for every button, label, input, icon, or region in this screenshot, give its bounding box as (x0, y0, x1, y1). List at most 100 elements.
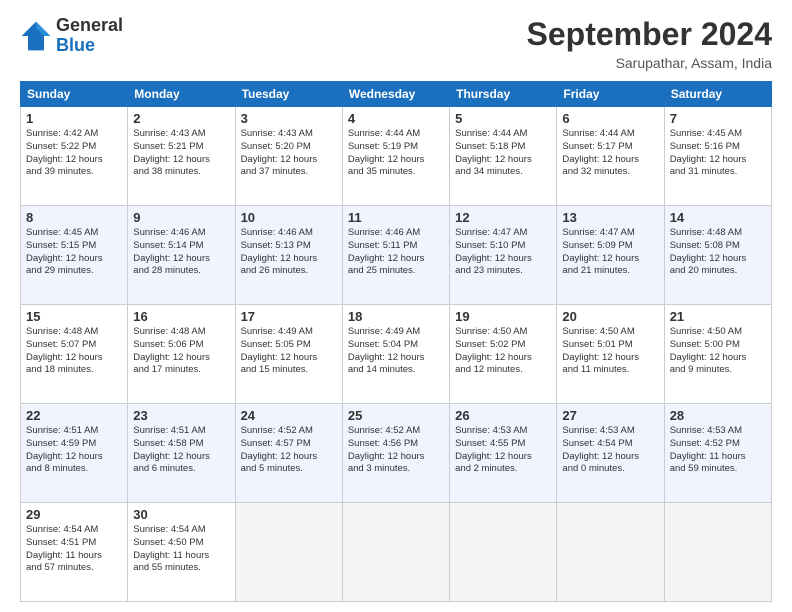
calendar-day: 12 Sunrise: 4:47 AMSunset: 5:10 PMDayligh… (450, 206, 557, 305)
header-wednesday: Wednesday (342, 82, 449, 107)
day-number: 10 (241, 210, 337, 225)
month-title: September 2024 (527, 16, 772, 53)
calendar-day (557, 503, 664, 602)
day-info: Sunrise: 4:46 AMSunset: 5:13 PMDaylight:… (241, 227, 337, 278)
header-monday: Monday (128, 82, 235, 107)
day-number: 8 (26, 210, 122, 225)
day-info: Sunrise: 4:49 AMSunset: 5:04 PMDaylight:… (348, 326, 444, 377)
calendar-day: 19Sunrise: 4:50 AMSunset: 5:02 PMDayligh… (450, 305, 557, 404)
day-number: 21 (670, 309, 766, 324)
day-number: 3 (241, 111, 337, 126)
calendar-week-1: 1 Sunrise: 4:42 AMSunset: 5:22 PMDaylight… (21, 107, 772, 206)
logo-blue: Blue (56, 36, 123, 56)
title-section: September 2024 Sarupathar, Assam, India (527, 16, 772, 71)
calendar-day (450, 503, 557, 602)
day-number: 12 (455, 210, 551, 225)
calendar-day: 25Sunrise: 4:52 AMSunset: 4:56 PMDayligh… (342, 404, 449, 503)
calendar-day: 27 Sunrise: 4:53 AMSunset: 4:54 PMDayligh… (557, 404, 664, 503)
calendar-day (235, 503, 342, 602)
day-number: 11 (348, 210, 444, 225)
day-number: 27 (562, 408, 658, 423)
day-number: 4 (348, 111, 444, 126)
calendar-day: 16Sunrise: 4:48 AMSunset: 5:06 PMDayligh… (128, 305, 235, 404)
day-number: 1 (26, 111, 122, 126)
header-thursday: Thursday (450, 82, 557, 107)
header-tuesday: Tuesday (235, 82, 342, 107)
calendar-day: 17 Sunrise: 4:49 AMSunset: 5:05 PMDayligh… (235, 305, 342, 404)
calendar-day (342, 503, 449, 602)
day-info: Sunrise: 4:54 AMSunset: 4:51 PMDaylight:… (26, 524, 122, 575)
day-info: Sunrise: 4:52 AMSunset: 4:56 PMDaylight:… (348, 425, 444, 476)
calendar-day: 22 Sunrise: 4:51 AMSunset: 4:59 PMDayligh… (21, 404, 128, 503)
calendar-day: 23Sunrise: 4:51 AMSunset: 4:58 PMDayligh… (128, 404, 235, 503)
day-info: Sunrise: 4:44 AMSunset: 5:18 PMDaylight:… (455, 128, 551, 179)
day-number: 13 (562, 210, 658, 225)
day-info: Sunrise: 4:46 AMSunset: 5:14 PMDaylight:… (133, 227, 229, 278)
calendar-day (664, 503, 771, 602)
logo: General Blue (20, 16, 123, 56)
day-info: Sunrise: 4:49 AMSunset: 5:05 PMDaylight:… (241, 326, 337, 377)
calendar-day: 18Sunrise: 4:49 AMSunset: 5:04 PMDayligh… (342, 305, 449, 404)
day-info: Sunrise: 4:53 AMSunset: 4:52 PMDaylight:… (670, 425, 766, 476)
day-number: 16 (133, 309, 229, 324)
calendar-day: 2Sunrise: 4:43 AMSunset: 5:21 PMDaylight… (128, 107, 235, 206)
day-number: 28 (670, 408, 766, 423)
day-info: Sunrise: 4:51 AMSunset: 4:58 PMDaylight:… (133, 425, 229, 476)
page: General Blue September 2024 Sarupathar, … (0, 0, 792, 612)
header-sunday: Sunday (21, 82, 128, 107)
calendar-day: 1 Sunrise: 4:42 AMSunset: 5:22 PMDaylight… (21, 107, 128, 206)
calendar-day: 20 Sunrise: 4:50 AMSunset: 5:01 PMDayligh… (557, 305, 664, 404)
calendar-table: Sunday Monday Tuesday Wednesday Thursday… (20, 81, 772, 602)
location: Sarupathar, Assam, India (527, 55, 772, 71)
day-number: 20 (562, 309, 658, 324)
calendar-day: 6Sunrise: 4:44 AMSunset: 5:17 PMDaylight… (557, 107, 664, 206)
day-info: Sunrise: 4:43 AMSunset: 5:20 PMDaylight:… (241, 128, 337, 179)
calendar-day: 28 Sunrise: 4:53 AMSunset: 4:52 PMDayligh… (664, 404, 771, 503)
calendar-day: 14 Sunrise: 4:48 AMSunset: 5:08 PMDayligh… (664, 206, 771, 305)
calendar-day: 30 Sunrise: 4:54 AMSunset: 4:50 PMDayligh… (128, 503, 235, 602)
calendar-day: 9Sunrise: 4:46 AMSunset: 5:14 PMDaylight… (128, 206, 235, 305)
day-info: Sunrise: 4:44 AMSunset: 5:19 PMDaylight:… (348, 128, 444, 179)
day-number: 30 (133, 507, 229, 522)
day-number: 24 (241, 408, 337, 423)
calendar-day: 24 Sunrise: 4:52 AMSunset: 4:57 PMDayligh… (235, 404, 342, 503)
day-info: Sunrise: 4:50 AMSunset: 5:01 PMDaylight:… (562, 326, 658, 377)
day-info: Sunrise: 4:53 AMSunset: 4:54 PMDaylight:… (562, 425, 658, 476)
day-number: 14 (670, 210, 766, 225)
day-info: Sunrise: 4:52 AMSunset: 4:57 PMDaylight:… (241, 425, 337, 476)
day-info: Sunrise: 4:48 AMSunset: 5:07 PMDaylight:… (26, 326, 122, 377)
header-saturday: Saturday (664, 82, 771, 107)
logo-text: General Blue (56, 16, 123, 56)
day-number: 19 (455, 309, 551, 324)
header-friday: Friday (557, 82, 664, 107)
day-info: Sunrise: 4:42 AMSunset: 5:22 PMDaylight:… (26, 128, 122, 179)
day-info: Sunrise: 4:46 AMSunset: 5:11 PMDaylight:… (348, 227, 444, 278)
calendar-day: 15Sunrise: 4:48 AMSunset: 5:07 PMDayligh… (21, 305, 128, 404)
calendar-day: 5 Sunrise: 4:44 AMSunset: 5:18 PMDaylight… (450, 107, 557, 206)
calendar-week-4: 22 Sunrise: 4:51 AMSunset: 4:59 PMDayligh… (21, 404, 772, 503)
day-number: 6 (562, 111, 658, 126)
day-number: 5 (455, 111, 551, 126)
calendar-day: 29 Sunrise: 4:54 AMSunset: 4:51 PMDayligh… (21, 503, 128, 602)
day-info: Sunrise: 4:47 AMSunset: 5:10 PMDaylight:… (455, 227, 551, 278)
day-info: Sunrise: 4:48 AMSunset: 5:08 PMDaylight:… (670, 227, 766, 278)
calendar-day: 21 Sunrise: 4:50 AMSunset: 5:00 PMDayligh… (664, 305, 771, 404)
calendar-week-5: 29 Sunrise: 4:54 AMSunset: 4:51 PMDayligh… (21, 503, 772, 602)
day-number: 22 (26, 408, 122, 423)
day-number: 17 (241, 309, 337, 324)
day-info: Sunrise: 4:43 AMSunset: 5:21 PMDaylight:… (133, 128, 229, 179)
calendar-day: 3 Sunrise: 4:43 AMSunset: 5:20 PMDaylight… (235, 107, 342, 206)
day-number: 29 (26, 507, 122, 522)
calendar-day: 11 Sunrise: 4:46 AMSunset: 5:11 PMDayligh… (342, 206, 449, 305)
day-info: Sunrise: 4:50 AMSunset: 5:00 PMDaylight:… (670, 326, 766, 377)
day-info: Sunrise: 4:53 AMSunset: 4:55 PMDaylight:… (455, 425, 551, 476)
day-info: Sunrise: 4:45 AMSunset: 5:15 PMDaylight:… (26, 227, 122, 278)
calendar-header: Sunday Monday Tuesday Wednesday Thursday… (21, 82, 772, 107)
calendar-day: 26Sunrise: 4:53 AMSunset: 4:55 PMDayligh… (450, 404, 557, 503)
day-info: Sunrise: 4:51 AMSunset: 4:59 PMDaylight:… (26, 425, 122, 476)
day-info: Sunrise: 4:54 AMSunset: 4:50 PMDaylight:… (133, 524, 229, 575)
header-row: Sunday Monday Tuesday Wednesday Thursday… (21, 82, 772, 107)
header: General Blue September 2024 Sarupathar, … (20, 16, 772, 71)
calendar-day: 10 Sunrise: 4:46 AMSunset: 5:13 PMDayligh… (235, 206, 342, 305)
logo-general: General (56, 16, 123, 36)
